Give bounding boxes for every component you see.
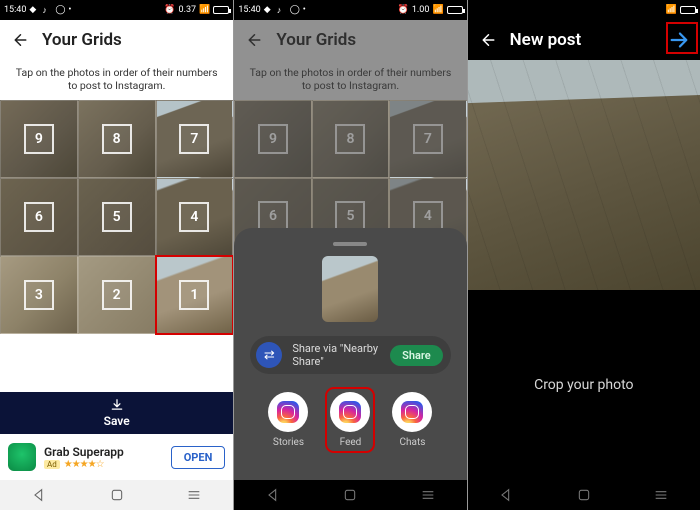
- nav-back-icon[interactable]: [265, 487, 281, 503]
- status-signal-icon: 📶: [199, 5, 210, 15]
- status-app-icon: ◆: [29, 5, 39, 15]
- nav-recent-icon[interactable]: [420, 487, 436, 503]
- save-button[interactable]: Save: [0, 392, 233, 434]
- ad-banner[interactable]: Grab Superapp Ad ★★★★☆ OPEN: [0, 434, 233, 480]
- grid-cell-6[interactable]: 6: [0, 178, 78, 256]
- ad-open-button[interactable]: OPEN: [171, 446, 226, 469]
- status-app-icon: •: [68, 5, 78, 15]
- nav-back-icon[interactable]: [31, 487, 47, 503]
- grid-cell-7[interactable]: 7: [389, 100, 466, 177]
- nearby-share-button[interactable]: Share: [390, 345, 443, 366]
- battery-icon: [680, 6, 696, 14]
- status-time: 15:40: [238, 5, 260, 15]
- instagram-icon: [330, 392, 370, 432]
- share-app-feed[interactable]: Feed: [330, 392, 370, 448]
- highlight-box: [666, 22, 698, 54]
- back-icon[interactable]: [478, 31, 496, 49]
- status-bar: 15:40 ◆ ♪ ◯ • ⏰ 0.37 📶: [0, 0, 233, 20]
- photo-grid: 9 8 7 6 5 4 3 2 1: [0, 100, 233, 333]
- share-app-label: Stories: [273, 437, 304, 448]
- status-net-speed: 0.37: [179, 5, 197, 15]
- grid-cell-7[interactable]: 7: [156, 100, 234, 178]
- nav-back-icon[interactable]: [498, 487, 514, 503]
- ad-logo-icon: [8, 443, 36, 471]
- instruction-text: Tap on the photos in order of their numb…: [234, 60, 466, 100]
- status-app-icon: ◯: [55, 5, 65, 15]
- share-app-label: Feed: [340, 437, 362, 448]
- app-bar: Your Grids: [0, 20, 233, 60]
- grid-cell-5[interactable]: 5: [78, 178, 156, 256]
- ad-stars-icon: ★★★★☆: [64, 459, 104, 470]
- ad-brand: Grab Superapp: [44, 445, 163, 459]
- status-app-icon: ◯: [290, 5, 300, 15]
- instruction-text: Tap on the photos in order of their numb…: [0, 60, 233, 100]
- instagram-icon: [268, 392, 308, 432]
- share-app-stories[interactable]: Stories: [268, 392, 308, 448]
- save-label: Save: [104, 414, 130, 428]
- page-title: Your Grids: [42, 30, 122, 50]
- status-time: 15:40: [4, 5, 26, 15]
- ad-badge: Ad: [44, 460, 60, 469]
- system-nav-bar: [0, 480, 233, 510]
- new-post-body: Crop your photo: [468, 60, 700, 480]
- status-signal-icon: 📶: [432, 5, 443, 15]
- status-net-speed: 1.00: [412, 5, 430, 15]
- share-app-row: Stories Feed Chats: [244, 392, 456, 448]
- grid-cell-2[interactable]: 2: [78, 256, 156, 334]
- nav-home-icon[interactable]: [109, 487, 125, 503]
- spacer: [0, 334, 233, 392]
- system-nav-bar: [468, 480, 700, 510]
- back-icon[interactable]: [10, 31, 28, 49]
- nav-home-icon[interactable]: [576, 487, 592, 503]
- battery-icon: [447, 6, 463, 14]
- status-app-icon: ♪: [277, 5, 287, 15]
- phone-screen-3: 📶 New post Crop your photo: [467, 0, 700, 510]
- share-app-label: Chats: [400, 437, 426, 448]
- status-bar: 15:40 ◆ ♪ ◯ • ⏰ 1.00 📶: [234, 0, 466, 20]
- status-app-icon: ♪: [42, 5, 52, 15]
- sheet-handle-icon[interactable]: [333, 242, 367, 246]
- download-icon: [110, 398, 124, 412]
- grid-cell-3[interactable]: 3: [0, 256, 78, 334]
- share-app-chats[interactable]: Chats: [392, 392, 432, 448]
- crop-instruction: Crop your photo: [468, 290, 700, 480]
- nearby-share-text: Share via "Nearby Share": [292, 342, 380, 368]
- status-alarm-icon: ⏰: [164, 5, 175, 15]
- status-bar: 📶: [468, 0, 700, 20]
- phone-screen-1: 15:40 ◆ ♪ ◯ • ⏰ 0.37 📶 Your Grids Tap on…: [0, 0, 233, 510]
- nav-home-icon[interactable]: [342, 487, 358, 503]
- phone-screen-2: 15:40 ◆ ♪ ◯ • ⏰ 1.00 📶 Your Grids Tap on…: [233, 0, 466, 510]
- page-title: Your Grids: [276, 30, 356, 50]
- nav-recent-icon[interactable]: [653, 487, 669, 503]
- nearby-share-row[interactable]: ⇄ Share via "Nearby Share" Share: [250, 336, 450, 374]
- status-app-icon: ◆: [264, 5, 274, 15]
- app-bar: Your Grids: [234, 20, 466, 60]
- crop-photo-preview[interactable]: [468, 60, 700, 290]
- status-app-icon: •: [303, 5, 313, 15]
- back-icon[interactable]: [244, 31, 262, 49]
- nav-recent-icon[interactable]: [186, 487, 202, 503]
- grid-cell-9[interactable]: 9: [0, 100, 78, 178]
- grid-cell-8[interactable]: 8: [312, 100, 389, 177]
- share-thumbnail: [322, 256, 378, 322]
- share-sheet: ⇄ Share via "Nearby Share" Share Stories…: [234, 228, 466, 480]
- nearby-share-icon: ⇄: [256, 342, 282, 368]
- page-title: New post: [510, 30, 582, 50]
- grid-cell-1[interactable]: 1: [156, 256, 234, 334]
- battery-icon: [213, 6, 229, 14]
- instagram-icon: [392, 392, 432, 432]
- grid-cell-4[interactable]: 4: [156, 178, 234, 256]
- system-nav-bar: [234, 480, 466, 510]
- status-signal-icon: 📶: [666, 5, 677, 15]
- status-alarm-icon: ⏰: [398, 5, 409, 15]
- grid-cell-9[interactable]: 9: [234, 100, 311, 177]
- grid-cell-8[interactable]: 8: [78, 100, 156, 178]
